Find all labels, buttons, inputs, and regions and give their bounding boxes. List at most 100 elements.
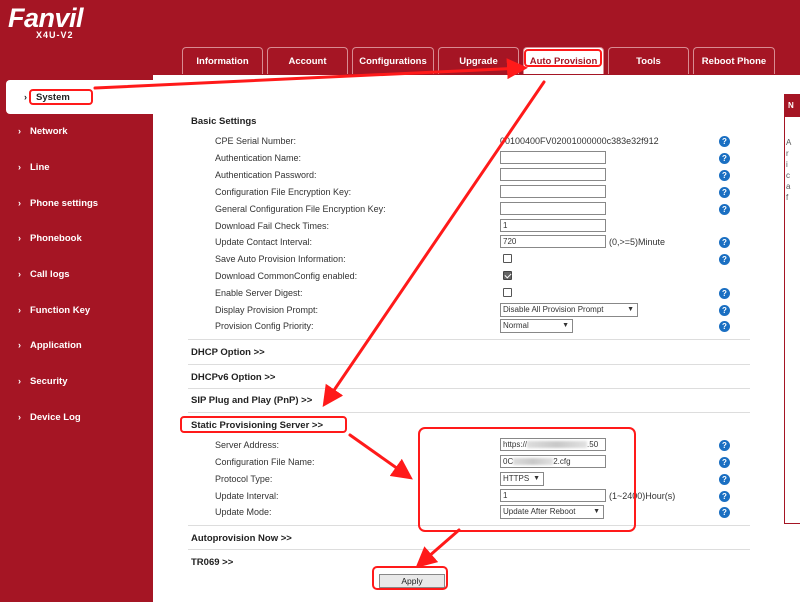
sip-pnp-link[interactable]: SIP Plug and Play (PnP) >> — [191, 395, 312, 406]
fail-check-input[interactable]: 1 — [500, 219, 606, 232]
help-icon[interactable]: ? — [719, 491, 730, 502]
help-icon[interactable]: ? — [719, 288, 730, 299]
static-provisioning-link[interactable]: Static Provisioning Server >> — [191, 420, 323, 431]
help-panel-text: A — [786, 138, 792, 147]
sidebar-item-phone-settings[interactable]: › Phone settings — [0, 186, 153, 220]
tab-information[interactable]: Information — [182, 47, 263, 74]
autoprovision-now-link[interactable]: Autoprovision Now >> — [191, 533, 292, 544]
tab-configurations[interactable]: Configurations — [352, 47, 434, 74]
update-mode-select[interactable]: Update After Reboot ▼ — [500, 505, 604, 519]
help-icon[interactable]: ? — [719, 204, 730, 215]
tab-upgrade[interactable]: Upgrade — [438, 47, 519, 74]
help-icon[interactable]: ? — [719, 170, 730, 181]
sidebar: › System › Network › Line › Phone settings ›… — [0, 75, 153, 602]
help-icon[interactable]: ? — [719, 153, 730, 164]
help-icon[interactable]: ? — [719, 136, 730, 147]
dhcpv6-option-link[interactable]: DHCPv6 Option >> — [191, 372, 275, 383]
help-icon[interactable]: ? — [719, 187, 730, 198]
fail-check-label: Download Fail Check Times: — [215, 221, 330, 231]
auth-name-input[interactable] — [500, 151, 606, 164]
cpe-serial-value: 00100400FV02001000000c383e32f912 — [500, 136, 659, 146]
apply-button[interactable]: Apply — [379, 574, 445, 588]
sidebar-item-label: System — [36, 91, 70, 103]
tab-account[interactable]: Account — [267, 47, 348, 74]
chevron-right-icon: › — [18, 340, 21, 350]
sidebar-item-label: Call logs — [30, 268, 70, 280]
top-tabs: Information Account Configurations Upgra… — [182, 45, 779, 75]
protocol-type-value: HTTPS — [503, 474, 530, 483]
server-address-suffix: .50 — [587, 440, 599, 449]
server-digest-label: Enable Server Digest: — [215, 288, 303, 298]
config-key-label: Configuration File Encryption Key: — [215, 187, 352, 197]
chevron-down-icon: ▼ — [533, 475, 540, 482]
divider — [188, 388, 750, 389]
common-config-checkbox[interactable] — [503, 271, 512, 280]
help-icon[interactable]: ? — [719, 254, 730, 265]
common-config-row: Download CommonConfig enabled: — [215, 269, 735, 286]
chevron-down-icon: ▼ — [593, 508, 600, 515]
save-info-checkbox[interactable] — [503, 254, 512, 263]
tab-reboot-phone[interactable]: Reboot Phone — [693, 47, 775, 74]
server-digest-checkbox[interactable] — [503, 288, 512, 297]
help-icon[interactable]: ? — [719, 305, 730, 316]
help-icon[interactable]: ? — [719, 440, 730, 451]
config-file-input[interactable]: 0C 2.cfg — [500, 455, 606, 468]
config-file-suffix: 2.cfg — [553, 457, 571, 466]
redacted-text — [527, 441, 588, 449]
help-icon[interactable]: ? — [719, 237, 730, 248]
sidebar-item-line[interactable]: › Line — [0, 150, 153, 184]
protocol-type-row: Protocol Type: HTTPS ▼ — [215, 472, 735, 489]
config-key-input[interactable] — [500, 185, 606, 198]
sidebar-item-phonebook[interactable]: › Phonebook — [0, 221, 153, 255]
sidebar-item-system[interactable]: › System — [6, 80, 153, 114]
chevron-right-icon: › — [18, 269, 21, 279]
divider — [188, 339, 750, 340]
chevron-down-icon: ▼ — [562, 322, 569, 329]
sidebar-item-function-key[interactable]: › Function Key — [0, 293, 153, 327]
config-key-row: Configuration File Encryption Key: — [215, 185, 735, 202]
auth-password-label: Authentication Password: — [215, 170, 317, 180]
protocol-type-label: Protocol Type: — [215, 474, 273, 484]
server-address-input[interactable]: https:// .50 — [500, 438, 606, 451]
sidebar-item-device-log[interactable]: › Device Log — [0, 400, 153, 434]
sidebar-item-application[interactable]: › Application — [0, 328, 153, 362]
sidebar-item-call-logs[interactable]: › Call logs — [0, 257, 153, 291]
save-info-label: Save Auto Provision Information: — [215, 254, 346, 264]
basic-settings-title: Basic Settings — [191, 116, 257, 127]
auth-password-input[interactable] — [500, 168, 606, 181]
help-panel-text: r — [786, 149, 789, 158]
provision-prompt-select[interactable]: Disable All Provision Prompt ▼ — [500, 303, 638, 317]
tab-auto-provision[interactable]: Auto Provision — [523, 47, 604, 74]
server-address-label: Server Address: — [215, 440, 280, 450]
server-address-prefix: https:// — [503, 440, 528, 449]
chevron-right-icon: › — [18, 126, 21, 136]
common-config-label: Download CommonConfig enabled: — [215, 271, 358, 281]
protocol-type-select[interactable]: HTTPS ▼ — [500, 472, 544, 486]
contact-interval-input[interactable]: 720 — [500, 235, 606, 248]
help-side-panel: N A r i c a f — [784, 94, 800, 524]
sidebar-item-network[interactable]: › Network — [0, 114, 153, 148]
tr069-link[interactable]: TR069 >> — [191, 557, 233, 568]
help-icon[interactable]: ? — [719, 474, 730, 485]
config-priority-select[interactable]: Normal ▼ — [500, 319, 573, 333]
general-key-input[interactable] — [500, 202, 606, 215]
update-mode-label: Update Mode: — [215, 507, 272, 517]
contact-interval-row: Update Contact Interval: 720 (0,>=5)Minu… — [215, 235, 735, 252]
help-icon[interactable]: ? — [719, 457, 730, 468]
help-panel-text: c — [786, 171, 790, 180]
config-priority-label: Provision Config Priority: — [215, 321, 314, 331]
sidebar-item-security[interactable]: › Security — [0, 364, 153, 398]
provision-prompt-value: Disable All Provision Prompt — [503, 305, 604, 314]
dhcp-option-link[interactable]: DHCP Option >> — [191, 347, 265, 358]
update-interval-input[interactable]: 1 — [500, 489, 606, 502]
help-panel-header: N — [785, 95, 800, 117]
help-icon[interactable]: ? — [719, 507, 730, 518]
tab-tools[interactable]: Tools — [608, 47, 689, 74]
help-icon[interactable]: ? — [719, 321, 730, 332]
config-file-label: Configuration File Name: — [215, 457, 315, 467]
config-file-prefix: 0C — [503, 457, 514, 466]
help-panel-text: f — [786, 193, 789, 202]
chevron-right-icon: › — [24, 92, 27, 102]
config-priority-value: Normal — [503, 321, 529, 330]
